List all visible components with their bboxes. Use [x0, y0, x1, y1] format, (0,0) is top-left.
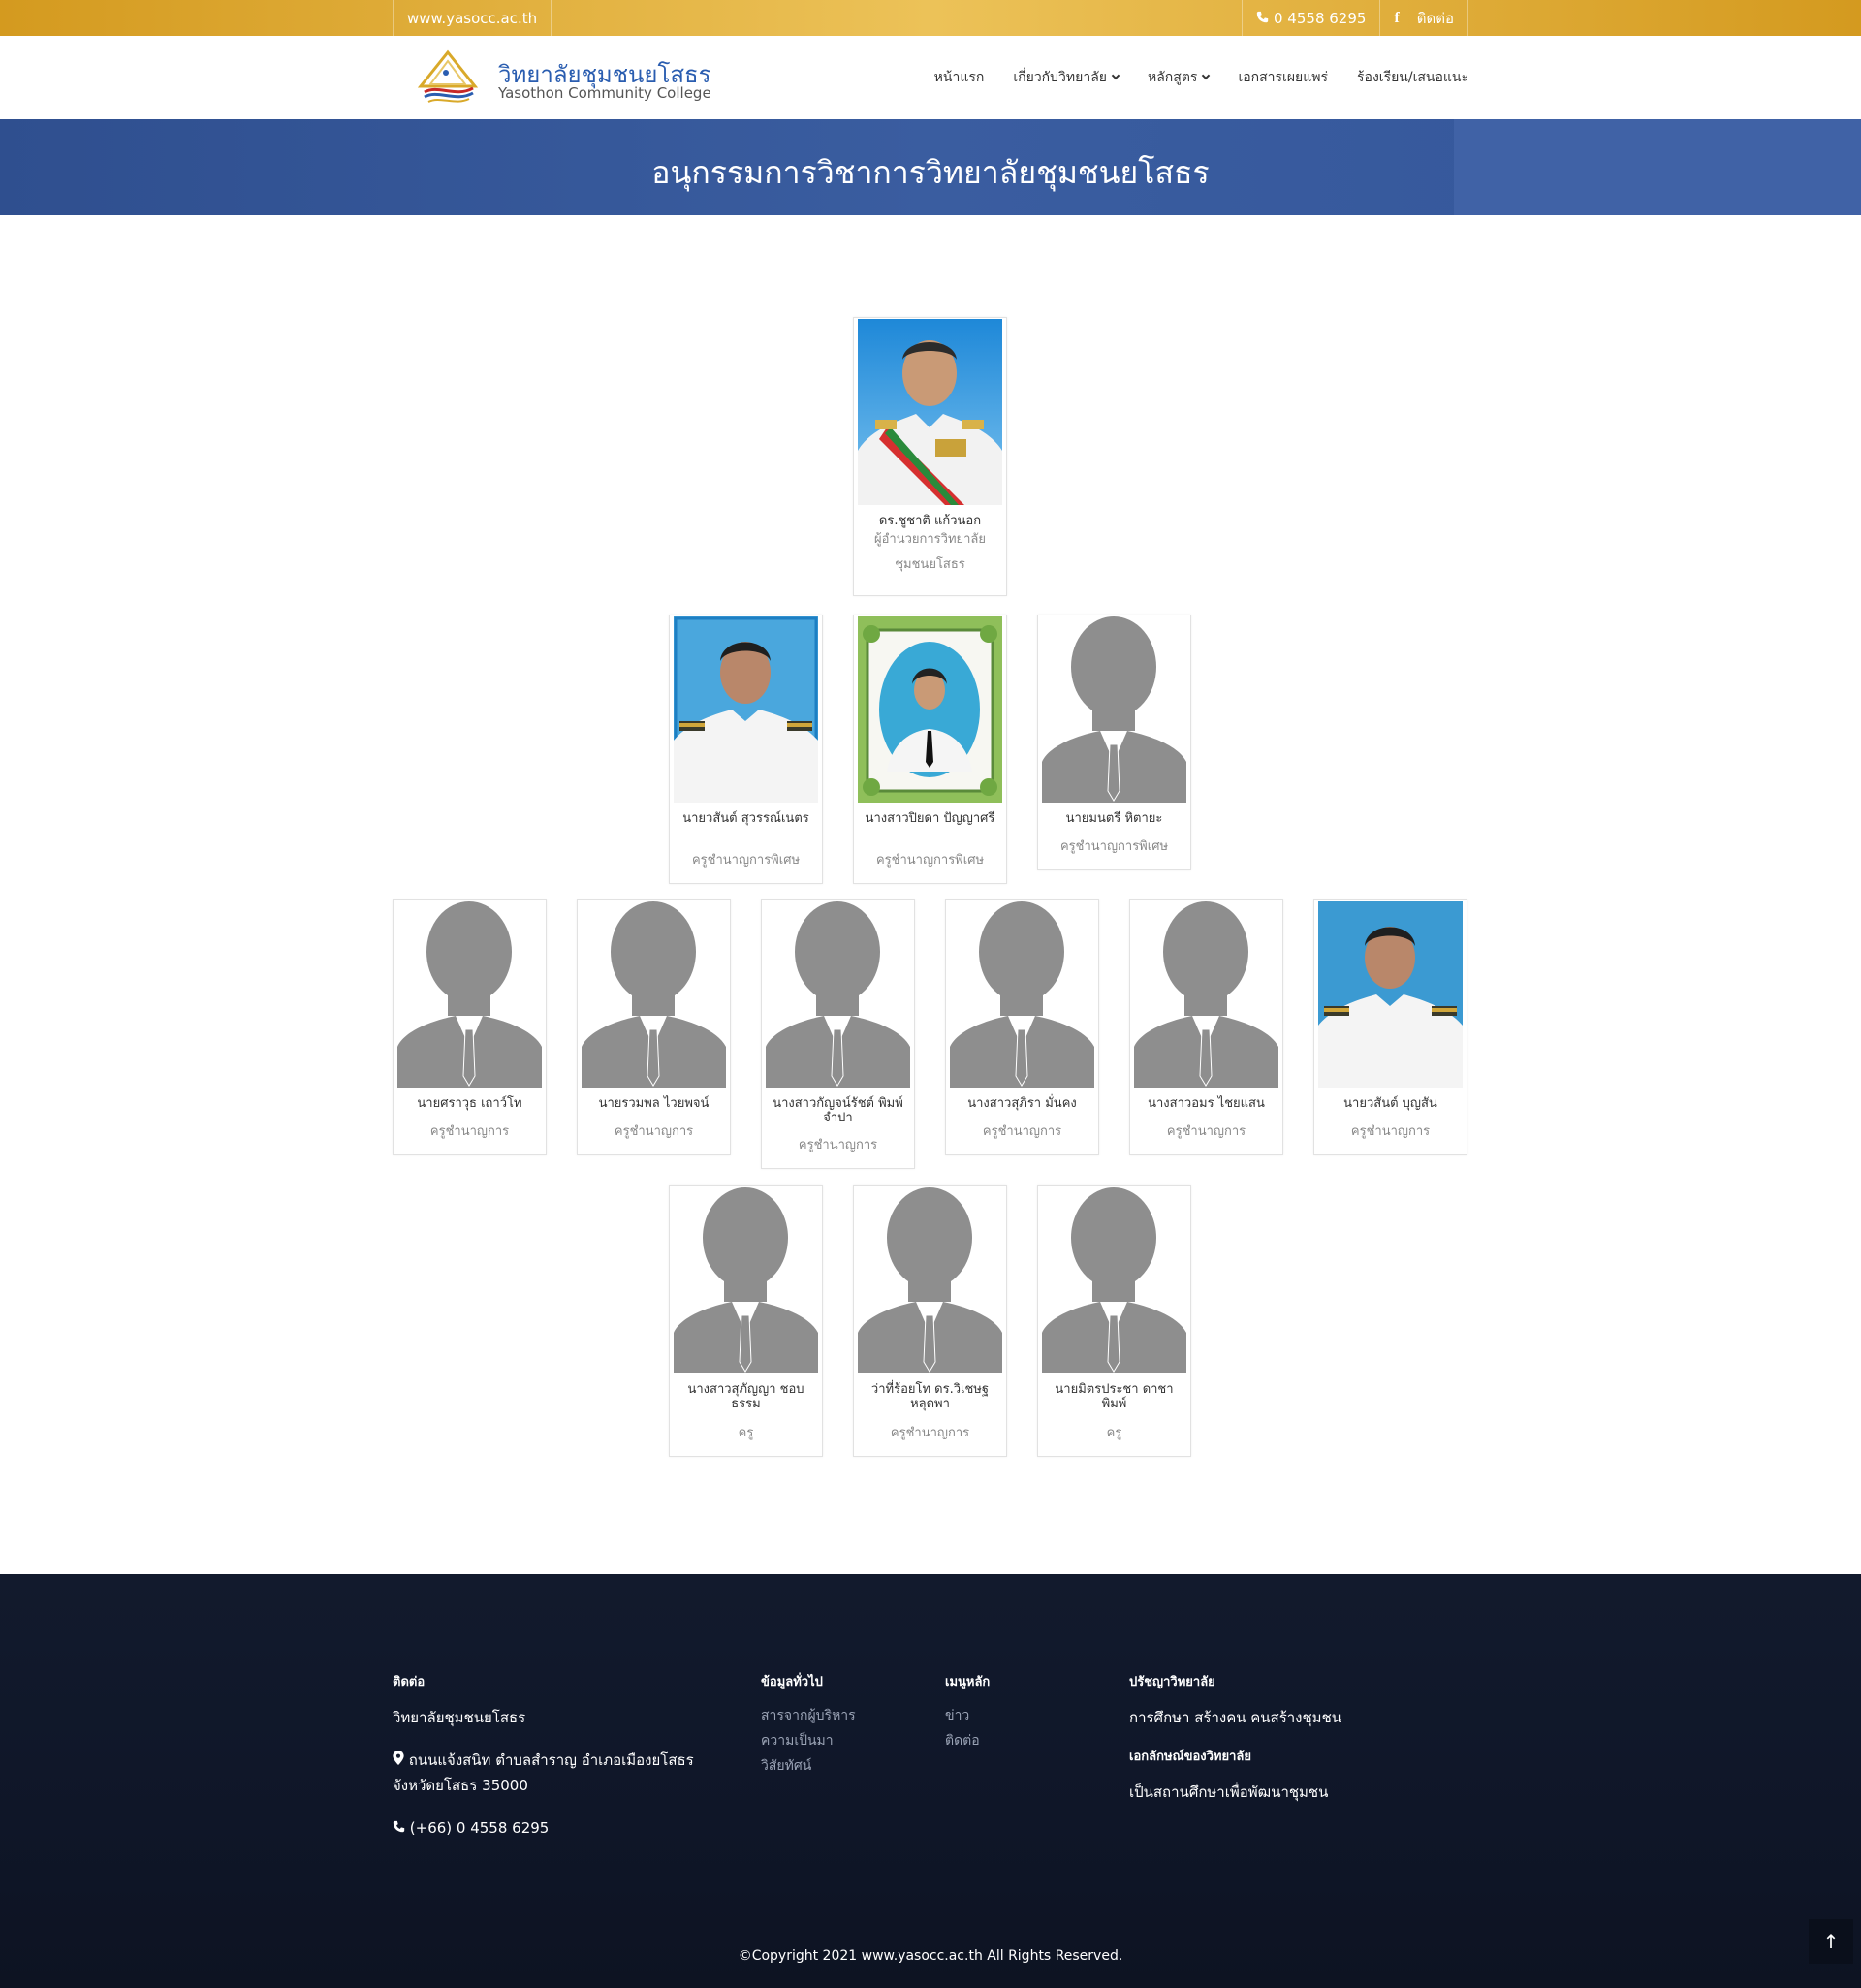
- map-pin-icon: [393, 1751, 409, 1769]
- member-name: นางสาวปิยดา ปัญญาศรี: [865, 811, 995, 826]
- avatar-placeholder: [766, 901, 910, 1088]
- footer-menu: เมนูหลัก ข่าว ติดต่อ: [945, 1671, 990, 1753]
- member-card: นายศราวุธ เถาว์โทครูชำนาญการ: [393, 899, 547, 1155]
- brand-name-english[interactable]: Yasothon Community College: [498, 84, 711, 102]
- member-name: นายรวมพล ไวยพจน์: [598, 1096, 710, 1111]
- chevron-down-icon: [1111, 71, 1120, 80]
- member-card: นางสาวสุภัญญา ชอบธรรมครู: [669, 1185, 823, 1457]
- avatar-placeholder: [950, 901, 1094, 1088]
- copyright: ©Copyright 2021 www.yasocc.ac.th All Rig…: [738, 1948, 1123, 1964]
- member-name: นายมิตรประชา ดาชาพิมพ์: [1055, 1382, 1174, 1411]
- page-banner: อนุกรรมการวิชาการวิทยาลัยชุมชนยโสธร: [0, 119, 1861, 215]
- member-photo: [858, 319, 1002, 505]
- phone-icon: [393, 1819, 410, 1837]
- footer-college-name: วิทยาลัยชุมชนยโสธร: [393, 1709, 526, 1726]
- footer-philosophy-text: การศึกษา สร้างคน คนสร้างชุมชน: [1129, 1709, 1342, 1726]
- member-card: นายมนตรี หิตายะครูชำนาญการพิเศษ: [1037, 615, 1191, 870]
- member-role: ครู: [1106, 1426, 1122, 1440]
- footer-general: ข้อมูลทั่วไป สารจากผู้บริหาร ความเป็นมา …: [761, 1671, 856, 1779]
- member-name: นายวสันต์ สุวรรณ์เนตร: [682, 811, 809, 826]
- top-bar: www.yasocc.ac.th 0 4558 6295 f ติดต่อ: [0, 0, 1861, 36]
- back-to-top-button[interactable]: ↑: [1809, 1919, 1853, 1964]
- member-card: นายวสันต์ บุญสันครูชำนาญการ: [1313, 899, 1467, 1155]
- avatar-placeholder: [1042, 1187, 1186, 1373]
- member-name: นางสาวสุภิรา มั่นคง: [967, 1096, 1077, 1111]
- member-card: นายวสันต์ สุวรรณ์เนตรครูชำนาญการพิเศษ: [669, 615, 823, 884]
- member-photo: [858, 616, 1002, 803]
- nav-home[interactable]: หน้าแรก: [934, 67, 985, 88]
- member-role: ครูชำนาญการ: [982, 1124, 1062, 1139]
- facebook-icon[interactable]: f: [1394, 10, 1399, 27]
- member-card: นายมิตรประชา ดาชาพิมพ์ครู: [1037, 1185, 1191, 1457]
- member-role: ครูชำนาญการ: [798, 1138, 878, 1152]
- avatar-placeholder: [397, 901, 542, 1088]
- main-nav: หน้าแรก เกี่ยวกับวิทยาลัย หลักสูตร เอกสา…: [934, 36, 1468, 119]
- member-photo: [674, 616, 818, 803]
- member-name: นายมนตรี หิตายะ: [1065, 811, 1163, 826]
- member-role: ครูชำนาญการพิเศษ: [691, 853, 801, 868]
- site-header: วิทยาลัยชุมชนยโสธร Yasothon Community Co…: [0, 36, 1861, 119]
- chevron-down-icon: [1202, 71, 1211, 80]
- footer-link-message[interactable]: สารจากผู้บริหาร: [761, 1703, 856, 1728]
- avatar-placeholder: [582, 901, 726, 1088]
- member-card: ดร.ชูชาติ แก้วนอกผู้อำนวยการวิทยาลัยชุมช…: [853, 317, 1007, 596]
- phone-link[interactable]: 0 4558 6295: [1242, 0, 1379, 36]
- avatar-placeholder: [674, 1187, 818, 1373]
- footer-general-heading: ข้อมูลทั่วไป: [761, 1675, 823, 1689]
- phone-icon: [1256, 10, 1270, 27]
- member-name: นายศราวุธ เถาว์โท: [417, 1096, 522, 1111]
- member-name: ดร.ชูชาติ แก้วนอก: [878, 514, 982, 528]
- member-card: นางสาวกัญจน์รัชต์ พิมพ์จำปาครูชำนาญการ: [761, 899, 915, 1169]
- member-name: ว่าที่ร้อยโท ดร.วิเชษฐ หลุดพา: [870, 1382, 990, 1411]
- footer-link-vision[interactable]: วิสัยทัศน์: [761, 1753, 856, 1779]
- footer-link-contact[interactable]: ติดต่อ: [945, 1728, 990, 1753]
- nav-publications[interactable]: เอกสารเผยแพร่: [1238, 67, 1328, 88]
- member-name: นางสาวสุภัญญา ชอบธรรม: [687, 1382, 804, 1411]
- footer-link-news[interactable]: ข่าว: [945, 1703, 990, 1728]
- nav-courses[interactable]: หลักสูตร: [1148, 67, 1211, 88]
- member-role: ผู้อำนวยการวิทยาลัยชุมชนยโสธร: [873, 532, 987, 572]
- member-role: ครูชำนาญการ: [1166, 1124, 1246, 1139]
- contact-label: ติดต่อ: [1416, 9, 1454, 27]
- arrow-up-icon: ↑: [1822, 1930, 1840, 1953]
- member-name: นางสาวกัญจน์รัชต์ พิมพ์จำปา: [773, 1096, 903, 1125]
- member-card: ว่าที่ร้อยโท ดร.วิเชษฐ หลุดพาครูชำนาญการ: [853, 1185, 1007, 1457]
- footer-identity-text: เป็นสถานศึกษาเพื่อพัฒนาชุมชน: [1129, 1783, 1329, 1801]
- member-role: ครูชำนาญการพิเศษ: [875, 853, 985, 868]
- contact-link[interactable]: f ติดต่อ: [1379, 0, 1468, 36]
- nav-complaints[interactable]: ร้องเรียน/เสนอแนะ: [1357, 67, 1468, 88]
- member-card: นางสาวสุภิรา มั่นคงครูชำนาญการ: [945, 899, 1099, 1155]
- page-title: อนุกรรมการวิชาการวิทยาลัยชุมชนยโสธร: [651, 154, 1210, 191]
- member-card: นายรวมพล ไวยพจน์ครูชำนาญการ: [577, 899, 731, 1155]
- member-card: นางสาวอมร ไชยแสนครูชำนาญการ: [1129, 899, 1283, 1155]
- member-name: นายวสันต์ บุญสัน: [1343, 1096, 1437, 1111]
- footer-address: ถนนแจ้งสนิท ตำบลสำราญ อำเภอเมืองยโสธร จั…: [393, 1751, 694, 1794]
- avatar-placeholder: [1134, 901, 1278, 1088]
- member-photo: [1318, 901, 1463, 1088]
- college-logo-icon[interactable]: [417, 49, 479, 108]
- nav-about[interactable]: เกี่ยวกับวิทยาลัย: [1013, 67, 1120, 88]
- member-role: ครูชำนาญการพิเศษ: [1059, 839, 1169, 854]
- footer-contact-heading: ติดต่อ: [393, 1675, 426, 1689]
- member-card: นางสาวปิยดา ปัญญาศรีครูชำนาญการพิเศษ: [853, 615, 1007, 884]
- member-role: ครูชำนาญการ: [890, 1426, 970, 1440]
- footer-link-history[interactable]: ความเป็นมา: [761, 1728, 856, 1753]
- avatar-placeholder: [1042, 616, 1186, 803]
- footer-philosophy: ปรัชญาวิทยาลัย การศึกษา สร้างคน คนสร้างช…: [1129, 1671, 1341, 1805]
- website-link[interactable]: www.yasocc.ac.th: [393, 0, 552, 36]
- member-role: ครู: [738, 1426, 754, 1440]
- member-name: นางสาวอมร ไชยแสน: [1148, 1096, 1265, 1111]
- footer-contact: ติดต่อ วิทยาลัยชุมชนยโสธร ถนนแจ้งสนิท ตำ…: [393, 1671, 694, 1841]
- footer-philosophy-heading: ปรัชญาวิทยาลัย: [1129, 1675, 1215, 1689]
- phone-number: 0 4558 6295: [1274, 9, 1367, 27]
- member-role: ครูชำนาญการ: [1350, 1124, 1431, 1139]
- member-role: ครูชำนาญการ: [429, 1124, 510, 1139]
- footer-identity-heading: เอกลักษณ์ของวิทยาลัย: [1129, 1750, 1252, 1764]
- footer-menu-heading: เมนูหลัก: [945, 1675, 991, 1689]
- site-footer: ติดต่อ วิทยาลัยชุมชนยโสธร ถนนแจ้งสนิท ตำ…: [0, 1574, 1861, 1988]
- footer-phone: (+66) 0 4558 6295: [393, 1815, 694, 1841]
- member-role: ครูชำนาญการ: [614, 1124, 694, 1139]
- avatar-placeholder: [858, 1187, 1002, 1373]
